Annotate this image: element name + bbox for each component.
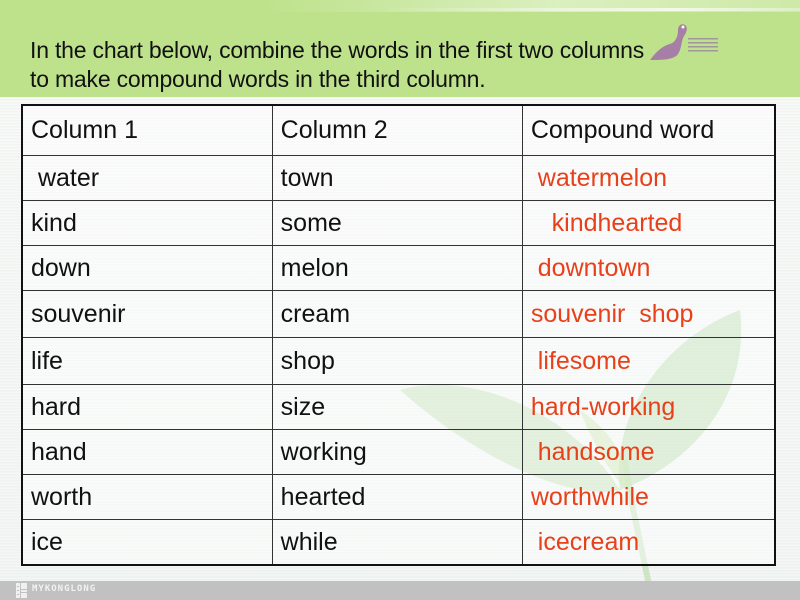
cell-column-1: souvenir <box>21 290 273 338</box>
cell-column-2: cream <box>271 290 523 338</box>
cell-compound-word: handsome <box>521 429 776 475</box>
cell-column-2: while <box>271 519 523 566</box>
cell-column-2: working <box>271 429 523 475</box>
cell-compound-word: watermelon <box>521 155 776 201</box>
table-row: life shop lifesome <box>21 337 776 385</box>
cell-compound-word: kindhearted <box>521 200 776 246</box>
instruction-line-2: to make compound words in the third colu… <box>30 66 486 92</box>
table-row: souvenir cream souvenir shop <box>21 290 776 338</box>
table-row: worth hearted worthwhile <box>21 474 776 520</box>
cell-column-1: kind <box>21 200 273 246</box>
header-column-1: Column 1 <box>21 104 273 156</box>
cell-column-1: hand <box>21 429 273 475</box>
cell-column-2: size <box>271 384 523 430</box>
cell-compound-word: worthwhile <box>521 474 776 520</box>
cell-column-2: shop <box>271 337 523 385</box>
cell-compound-word: hard-working <box>521 384 776 430</box>
brand-logo-icon <box>16 583 27 598</box>
table-header-row: Column 1 Column 2 Compound word <box>21 104 776 156</box>
table-row: down melon downtown <box>21 245 776 291</box>
footer-brand: MYKONGLONG <box>32 584 97 594</box>
cell-column-1: down <box>21 245 273 291</box>
cell-column-1: life <box>21 337 273 385</box>
instruction-line-1: In the chart below, combine the words in… <box>30 37 645 63</box>
cell-compound-word: downtown <box>521 245 776 291</box>
header-column-2: Column 2 <box>271 104 523 156</box>
cell-column-1: worth <box>21 474 273 520</box>
cell-column-2: melon <box>271 245 523 291</box>
table-row: kind some kindhearted <box>21 200 776 246</box>
table-row: water town watermelon <box>21 155 776 201</box>
header-compound-word: Compound word <box>521 104 776 156</box>
cell-column-1: ice <box>21 519 273 566</box>
cell-column-2: town <box>271 155 523 201</box>
instruction-text: In the chart below, combine the words in… <box>30 36 790 94</box>
cell-compound-word: souvenir shop <box>521 290 776 338</box>
cell-column-1: water <box>21 155 273 201</box>
table-row: hard size hard-working <box>21 384 776 430</box>
cell-column-2: some <box>271 200 523 246</box>
table-row: hand working handsome <box>21 429 776 475</box>
table-row: ice while icecream <box>21 519 776 566</box>
cell-column-1: hard <box>21 384 273 430</box>
cell-compound-word: icecream <box>521 519 776 566</box>
header-highlight-line <box>380 8 800 11</box>
compound-words-table: Column 1 Column 2 Compound word water to… <box>21 104 776 566</box>
footer-bar: MYKONGLONG <box>0 581 800 600</box>
cell-compound-word: lifesome <box>521 337 776 385</box>
cell-column-2: hearted <box>271 474 523 520</box>
